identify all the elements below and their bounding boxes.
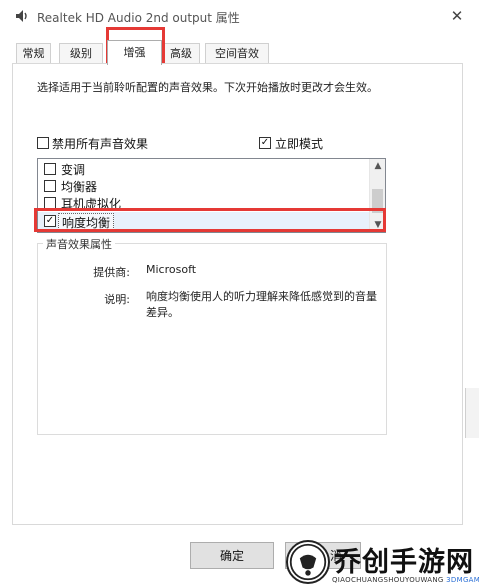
close-button[interactable]: ✕ [442, 3, 472, 29]
effect-label: 耳机虚拟化 [61, 197, 122, 211]
effect-label: 变调 [61, 163, 86, 177]
tab-levels[interactable]: 级别 [59, 43, 103, 63]
scroll-up-icon[interactable]: ▲ [373, 161, 383, 171]
close-icon: ✕ [450, 7, 464, 25]
tab-spatial-sound[interactable]: 空间音效 [205, 43, 269, 63]
watermark-subtext: QIAOCHUANGSHOUYOUWANG 3DMGAME [332, 576, 479, 584]
disable-all-checkbox[interactable] [37, 137, 49, 149]
effect-properties-title: 声音效果属性 [43, 236, 115, 252]
watermark-text: 乔创手游网 [334, 547, 474, 578]
immediate-mode-label: 立即模式 [275, 137, 324, 151]
tab-advanced[interactable]: 高级 [162, 43, 200, 63]
tab-general[interactable]: 常规 [16, 43, 51, 63]
effect-label: 均衡器 [61, 180, 98, 194]
provider-value: Microsoft [146, 263, 197, 276]
tab-enhancements[interactable]: 增强 [107, 40, 162, 65]
effect-item-pitch[interactable]: 变调 [38, 160, 370, 177]
effect-checkbox[interactable] [44, 163, 56, 175]
title-bar: Realtek HD Audio 2nd output 属性 ✕ [0, 0, 479, 32]
effect-label: 响度均衡 [58, 213, 115, 232]
watermark-sub-left: QIAOCHUANGSHOUYOUWANG [332, 576, 444, 584]
effect-checkbox[interactable] [44, 180, 56, 192]
effect-item-equalizer[interactable]: 均衡器 [38, 177, 370, 194]
immediate-mode-checkbox[interactable]: ✓ [259, 137, 271, 149]
watermark-sub-accent: 3DMGAME [446, 576, 479, 584]
scroll-down-icon[interactable]: ▼ [373, 220, 383, 230]
speaker-icon [16, 10, 27, 22]
check-icon: ✓ [260, 137, 270, 148]
site-watermark: 乔创手游网 QIAOCHUANGSHOUYOUWANG 3DMGAME [284, 540, 479, 588]
enhancements-description: 选择适用于当前聆听配置的声音效果。下次开始播放时更改才会生效。 [37, 81, 378, 94]
provider-label: 提供商: [93, 266, 130, 279]
effect-item-loudness-equalization[interactable]: ✓ 响度均衡 [38, 212, 370, 232]
scroll-thumb[interactable] [372, 189, 383, 213]
effects-scrollbar[interactable]: ▲ ▼ [369, 159, 385, 232]
disable-all-label: 禁用所有声音效果 [52, 137, 149, 151]
effect-checkbox[interactable]: ✓ [44, 215, 56, 227]
effect-item-headphone-virtualization[interactable]: 耳机虚拟化 [38, 194, 370, 211]
background-window-fragment [465, 388, 479, 438]
check-icon: ✓ [45, 215, 55, 226]
description-label: 说明: [104, 293, 130, 306]
watermark-logo-icon [286, 540, 330, 584]
effect-checkbox[interactable] [44, 197, 56, 209]
ok-button[interactable]: 确定 [190, 542, 274, 569]
window-title: Realtek HD Audio 2nd output 属性 [37, 11, 240, 25]
effects-list[interactable]: 变调 均衡器 耳机虚拟化 ✓ 响度均衡 ▲ ▼ [37, 158, 386, 233]
description-value: 响度均衡使用人的听力理解来降低感觉到的音量差异。 [146, 290, 377, 319]
